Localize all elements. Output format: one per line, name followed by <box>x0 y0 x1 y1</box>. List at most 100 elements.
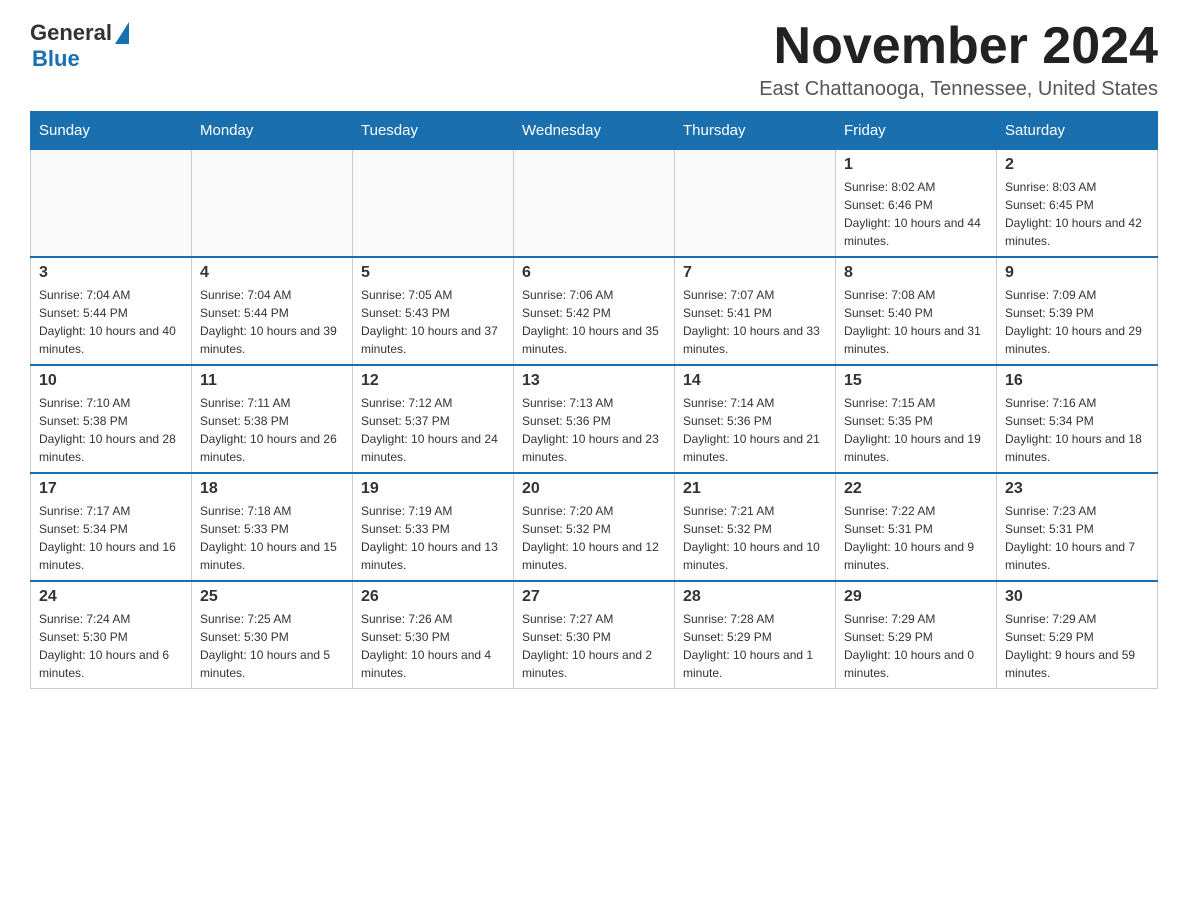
day-number: 14 <box>683 372 827 390</box>
table-row: 16Sunrise: 7:16 AM Sunset: 5:34 PM Dayli… <box>997 365 1158 473</box>
table-row: 25 Sunrise: 7:25 AM Sunset: 5:30 PM Dayli… <box>192 581 353 689</box>
day-info: Sunrise: 7:09 AM Sunset: 5:39 PM Dayligh… <box>1005 286 1149 358</box>
day-info: Sunrise: 7:07 AM Sunset: 5:41 PM Dayligh… <box>683 286 827 358</box>
day-info: Sunrise: 7:25 AM Sunset: 5:30 PM Dayligh… <box>200 610 344 682</box>
day-info: Sunrise: 7:21 AM Sunset: 5:32 PM Dayligh… <box>683 502 827 574</box>
day-number: 4 <box>200 264 344 282</box>
table-row <box>514 150 675 258</box>
table-row: 28 Sunrise: 7:28 AM Sunset: 5:29 PM Dayli… <box>675 581 836 689</box>
day-info: Sunrise: 7:15 AM Sunset: 5:35 PM Dayligh… <box>844 394 988 466</box>
day-info: Sunrise: 7:20 AM Sunset: 5:32 PM Dayligh… <box>522 502 666 574</box>
table-row: 7 Sunrise: 7:07 AM Sunset: 5:41 PM Daylig… <box>675 257 836 365</box>
day-info: Sunrise: 7:27 AM Sunset: 5:30 PM Dayligh… <box>522 610 666 682</box>
table-row: 12 Sunrise: 7:12 AM Sunset: 5:37 PM Dayli… <box>353 365 514 473</box>
day-info: Sunrise: 7:05 AM Sunset: 5:43 PM Dayligh… <box>361 286 505 358</box>
day-number: 9 <box>1005 264 1149 282</box>
day-info: Sunrise: 7:13 AM Sunset: 5:36 PM Dayligh… <box>522 394 666 466</box>
day-info: Sunrise: 8:03 AM Sunset: 6:45 PM Dayligh… <box>1005 178 1149 250</box>
calendar-week-2: 3 Sunrise: 7:04 AM Sunset: 5:44 PM Daylig… <box>31 257 1158 365</box>
day-number: 12 <box>361 372 505 390</box>
calendar-week-1: 1 Sunrise: 8:02 AM Sunset: 6:46 PM Daylig… <box>31 150 1158 258</box>
title-area: November 2024 East Chattanooga, Tennesse… <box>759 20 1158 101</box>
header-tuesday: Tuesday <box>353 112 514 150</box>
day-info: Sunrise: 7:24 AM Sunset: 5:30 PM Dayligh… <box>39 610 183 682</box>
day-info: Sunrise: 7:28 AM Sunset: 5:29 PM Dayligh… <box>683 610 827 682</box>
day-number: 17 <box>39 480 183 498</box>
table-row: 29 Sunrise: 7:29 AM Sunset: 5:29 PM Dayli… <box>836 581 997 689</box>
day-info: Sunrise: 7:29 AM Sunset: 5:29 PM Dayligh… <box>1005 610 1149 682</box>
header-sunday: Sunday <box>31 112 192 150</box>
day-number: 1 <box>844 156 988 174</box>
day-info: Sunrise: 7:04 AM Sunset: 5:44 PM Dayligh… <box>200 286 344 358</box>
table-row <box>192 150 353 258</box>
page-header: General Blue November 2024 East Chattano… <box>30 20 1158 101</box>
day-number: 6 <box>522 264 666 282</box>
day-info: Sunrise: 7:17 AM Sunset: 5:34 PM Dayligh… <box>39 502 183 574</box>
table-row: 21Sunrise: 7:21 AM Sunset: 5:32 PM Dayli… <box>675 473 836 581</box>
day-number: 28 <box>683 588 827 606</box>
day-info: Sunrise: 7:11 AM Sunset: 5:38 PM Dayligh… <box>200 394 344 466</box>
day-info: Sunrise: 7:16 AM Sunset: 5:34 PM Dayligh… <box>1005 394 1149 466</box>
day-info: Sunrise: 7:22 AM Sunset: 5:31 PM Dayligh… <box>844 502 988 574</box>
table-row: 17 Sunrise: 7:17 AM Sunset: 5:34 PM Dayli… <box>31 473 192 581</box>
table-row: 15 Sunrise: 7:15 AM Sunset: 5:35 PM Dayli… <box>836 365 997 473</box>
calendar-week-5: 24 Sunrise: 7:24 AM Sunset: 5:30 PM Dayli… <box>31 581 1158 689</box>
table-row: 22Sunrise: 7:22 AM Sunset: 5:31 PM Dayli… <box>836 473 997 581</box>
day-number: 10 <box>39 372 183 390</box>
day-info: Sunrise: 7:23 AM Sunset: 5:31 PM Dayligh… <box>1005 502 1149 574</box>
table-row: 26 Sunrise: 7:26 AM Sunset: 5:30 PM Dayli… <box>353 581 514 689</box>
logo-general-text: General <box>30 20 112 46</box>
day-number: 8 <box>844 264 988 282</box>
day-number: 30 <box>1005 588 1149 606</box>
logo-triangle-icon <box>115 22 129 44</box>
day-number: 2 <box>1005 156 1149 174</box>
table-row: 10 Sunrise: 7:10 AM Sunset: 5:38 PM Dayli… <box>31 365 192 473</box>
day-number: 11 <box>200 372 344 390</box>
header-monday: Monday <box>192 112 353 150</box>
table-row <box>31 150 192 258</box>
day-info: Sunrise: 7:14 AM Sunset: 5:36 PM Dayligh… <box>683 394 827 466</box>
day-number: 25 <box>200 588 344 606</box>
calendar-header-row: Sunday Monday Tuesday Wednesday Thursday… <box>31 112 1158 150</box>
day-number: 19 <box>361 480 505 498</box>
table-row: 19Sunrise: 7:19 AM Sunset: 5:33 PM Dayli… <box>353 473 514 581</box>
day-number: 18 <box>200 480 344 498</box>
calendar-week-3: 10 Sunrise: 7:10 AM Sunset: 5:38 PM Dayli… <box>31 365 1158 473</box>
location-subtitle: East Chattanooga, Tennessee, United Stat… <box>759 78 1158 101</box>
table-row: 23 Sunrise: 7:23 AM Sunset: 5:31 PM Dayli… <box>997 473 1158 581</box>
day-number: 7 <box>683 264 827 282</box>
logo: General Blue <box>30 20 129 72</box>
day-number: 23 <box>1005 480 1149 498</box>
day-info: Sunrise: 7:06 AM Sunset: 5:42 PM Dayligh… <box>522 286 666 358</box>
day-number: 26 <box>361 588 505 606</box>
table-row: 13Sunrise: 7:13 AM Sunset: 5:36 PM Dayli… <box>514 365 675 473</box>
calendar-table: Sunday Monday Tuesday Wednesday Thursday… <box>30 111 1158 689</box>
table-row: 1 Sunrise: 8:02 AM Sunset: 6:46 PM Daylig… <box>836 150 997 258</box>
table-row: 4 Sunrise: 7:04 AM Sunset: 5:44 PM Daylig… <box>192 257 353 365</box>
table-row: 8Sunrise: 7:08 AM Sunset: 5:40 PM Daylig… <box>836 257 997 365</box>
header-thursday: Thursday <box>675 112 836 150</box>
day-number: 15 <box>844 372 988 390</box>
day-number: 27 <box>522 588 666 606</box>
day-info: Sunrise: 7:12 AM Sunset: 5:37 PM Dayligh… <box>361 394 505 466</box>
day-info: Sunrise: 8:02 AM Sunset: 6:46 PM Dayligh… <box>844 178 988 250</box>
day-info: Sunrise: 7:04 AM Sunset: 5:44 PM Dayligh… <box>39 286 183 358</box>
table-row: 30 Sunrise: 7:29 AM Sunset: 5:29 PM Dayli… <box>997 581 1158 689</box>
day-number: 29 <box>844 588 988 606</box>
table-row: 18Sunrise: 7:18 AM Sunset: 5:33 PM Dayli… <box>192 473 353 581</box>
table-row: 24 Sunrise: 7:24 AM Sunset: 5:30 PM Dayli… <box>31 581 192 689</box>
day-info: Sunrise: 7:10 AM Sunset: 5:38 PM Dayligh… <box>39 394 183 466</box>
table-row: 11 Sunrise: 7:11 AM Sunset: 5:38 PM Dayli… <box>192 365 353 473</box>
month-title: November 2024 <box>759 20 1158 72</box>
day-number: 24 <box>39 588 183 606</box>
header-saturday: Saturday <box>997 112 1158 150</box>
header-friday: Friday <box>836 112 997 150</box>
logo-blue-text: Blue <box>32 46 80 72</box>
day-number: 20 <box>522 480 666 498</box>
day-info: Sunrise: 7:26 AM Sunset: 5:30 PM Dayligh… <box>361 610 505 682</box>
day-info: Sunrise: 7:29 AM Sunset: 5:29 PM Dayligh… <box>844 610 988 682</box>
table-row: 27 Sunrise: 7:27 AM Sunset: 5:30 PM Dayli… <box>514 581 675 689</box>
day-number: 3 <box>39 264 183 282</box>
table-row: 20 Sunrise: 7:20 AM Sunset: 5:32 PM Dayli… <box>514 473 675 581</box>
table-row <box>353 150 514 258</box>
